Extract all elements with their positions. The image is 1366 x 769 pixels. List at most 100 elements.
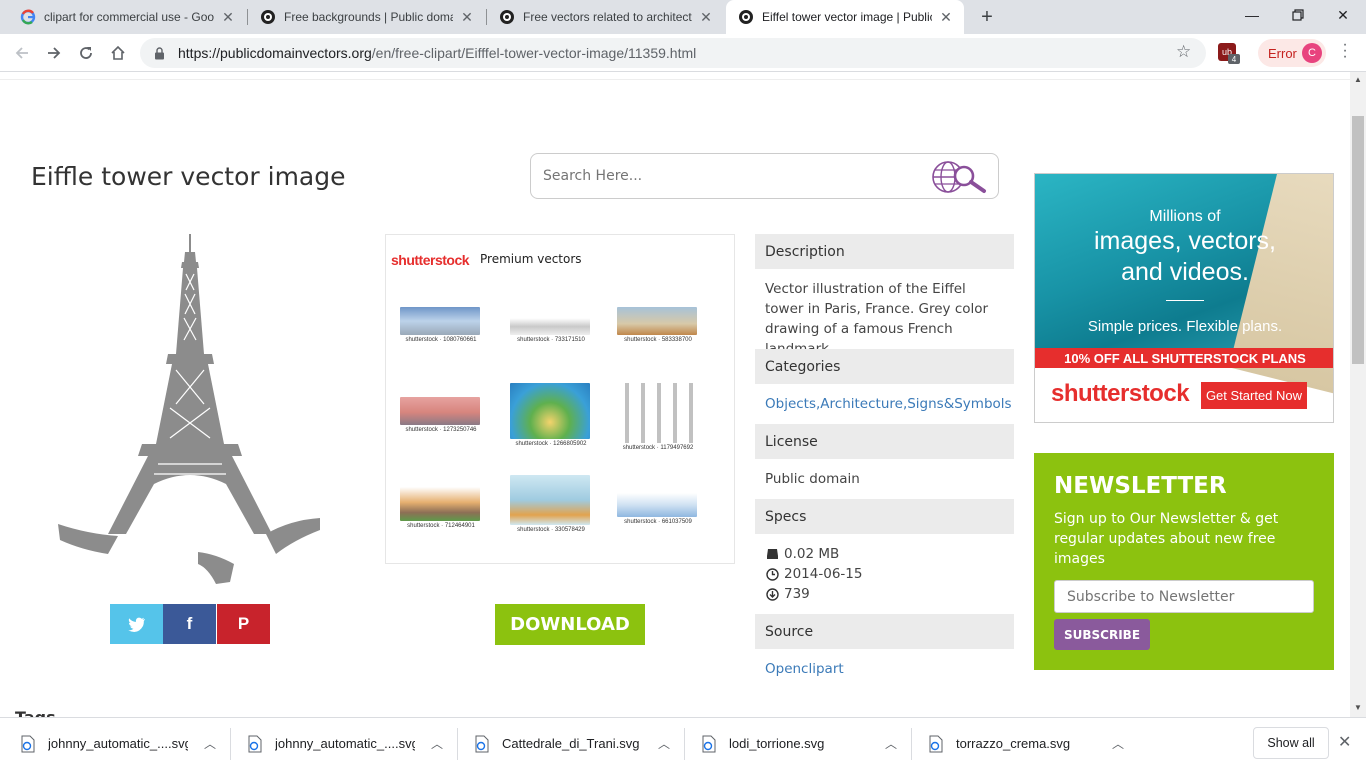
window-close-icon[interactable]: ✕ — [1320, 0, 1366, 30]
scroll-up-icon[interactable]: ▲ — [1354, 75, 1362, 84]
newsletter-email-field[interactable] — [1054, 580, 1314, 613]
globe-search-icon[interactable] — [930, 157, 988, 195]
shelf-separator — [684, 728, 685, 760]
scroll-down-icon[interactable]: ▼ — [1354, 703, 1362, 712]
tab-title: Free vectors related to architectu — [523, 10, 692, 24]
tags-heading: Tags — [15, 708, 56, 717]
pdv-icon — [738, 9, 754, 25]
chevron-up-icon[interactable]: ︿ — [204, 735, 216, 752]
ad-line-1: Millions of — [1149, 208, 1221, 225]
page-scrollbar[interactable]: ▲ ▼ — [1350, 72, 1366, 717]
shelf-separator — [230, 728, 231, 760]
tab-free-backgrounds[interactable]: Free backgrounds | Public domai ✕ — [248, 0, 485, 34]
url-path: /en/free-clipart/Eifffel-tower-vector-im… — [371, 45, 697, 61]
source-section: Source Openclipart — [755, 614, 1014, 689]
chevron-up-icon[interactable]: ︿ — [885, 735, 897, 752]
facebook-share-button[interactable]: f — [163, 604, 216, 644]
url-host: https://publicdomainvectors.org — [178, 45, 372, 61]
pinterest-share-button[interactable]: P — [217, 604, 270, 644]
download-filename: torrazzo_crema.svg — [956, 736, 1071, 751]
premium-thumbnail[interactable]: shutterstock · 1080760661 — [400, 307, 482, 343]
thumbnail-caption: shutterstock · 583338700 — [624, 337, 692, 343]
minimize-icon[interactable]: — — [1229, 0, 1275, 30]
profile-error-button[interactable]: Error C — [1258, 39, 1326, 67]
spec-date-value: 2014-06-15 — [784, 566, 863, 582]
premium-thumbnail[interactable]: shutterstock · 1179497692 — [617, 383, 699, 451]
spec-downloads-value: 739 — [784, 586, 810, 602]
download-filename: johnny_automatic_....svg — [48, 736, 188, 751]
menu-dots-icon[interactable]: · · · — [1340, 37, 1350, 65]
pinterest-icon: P — [237, 614, 250, 633]
address-bar[interactable]: https://publicdomainvectors.org/en/free-… — [140, 38, 1206, 68]
hdd-icon — [765, 547, 779, 561]
shutterstock-ad[interactable]: Millions of images, vectors, and videos.… — [1034, 173, 1334, 423]
download-item[interactable]: johnny_automatic_....svg ︿ — [20, 718, 216, 769]
close-icon[interactable]: ✕ — [698, 9, 714, 25]
premium-thumbnail[interactable]: shutterstock · 1266805902 — [510, 383, 592, 447]
thumbnail-image — [617, 493, 697, 517]
maximize-icon[interactable] — [1275, 0, 1321, 30]
close-icon[interactable]: ✕ — [459, 9, 475, 25]
thumbnail-image — [510, 307, 590, 335]
home-icon[interactable] — [106, 41, 130, 65]
chevron-up-icon[interactable]: ︿ — [431, 735, 443, 752]
tab-strip: clipart for commercial use - Goog ✕ Free… — [0, 0, 1366, 34]
tab-title: clipart for commercial use - Goog — [44, 10, 214, 24]
error-label: Error — [1268, 45, 1297, 61]
categories-section: Categories Objects,Architecture,Signs&Sy… — [755, 349, 1014, 424]
tab-architecture-vectors[interactable]: Free vectors related to architectu ✕ — [487, 0, 724, 34]
tab-google-search[interactable]: clipart for commercial use - Goog ✕ — [8, 0, 246, 34]
header-divider — [0, 72, 1350, 80]
download-item[interactable]: torrazzo_crema.svg ︿ — [928, 718, 1124, 769]
download-shelf: johnny_automatic_....svg ︿ johnny_automa… — [0, 717, 1366, 768]
bookmark-star-icon[interactable]: ☆ — [1176, 42, 1191, 62]
scrollbar-thumb[interactable] — [1352, 116, 1364, 364]
close-icon[interactable]: ✕ — [1338, 732, 1351, 752]
spec-size: 0.02 MB — [765, 544, 1004, 564]
tab-title: Free backgrounds | Public domai — [284, 10, 453, 24]
section-heading: Categories — [755, 349, 1014, 384]
file-icon — [475, 735, 489, 752]
facebook-icon: f — [186, 614, 193, 633]
twitter-share-button[interactable] — [110, 604, 163, 644]
premium-thumbnail[interactable]: shutterstock · 330578429 — [510, 475, 592, 533]
download-filename: lodi_torrione.svg — [729, 736, 825, 751]
source-link[interactable]: Openclipart — [765, 661, 844, 677]
premium-vectors-box: shutterstock Premium vectors shutterstoc… — [385, 234, 735, 564]
download-item[interactable]: johnny_automatic_....svg ︿ — [247, 718, 443, 769]
specs-section: Specs 0.02 MB 2014-06-15 739 — [755, 499, 1014, 614]
tab-eiffel-tower[interactable]: Eiffel tower vector image | Public ✕ — [726, 0, 964, 34]
subscribe-button[interactable]: SUBSCRIBE — [1054, 619, 1150, 650]
premium-thumbnail[interactable]: shutterstock · 1273250746 — [400, 397, 482, 433]
download-item[interactable]: Cattedrale_di_Trani.svg ︿ — [474, 718, 670, 769]
ad-get-started-button[interactable]: Get Started Now — [1201, 382, 1307, 409]
newsletter-text: Sign up to Our Newsletter & get regular … — [1054, 511, 1279, 567]
premium-thumbnail[interactable]: shutterstock · 733171510 — [510, 307, 592, 343]
new-tab-button[interactable]: + — [976, 6, 998, 28]
forward-arrow-icon[interactable] — [42, 41, 66, 65]
chevron-up-icon[interactable]: ︿ — [658, 735, 670, 752]
download-item[interactable]: lodi_torrione.svg ︿ — [701, 718, 897, 769]
download-button[interactable]: DOWNLOAD — [495, 604, 645, 645]
thumbnail-image — [400, 307, 480, 335]
premium-thumbnail[interactable]: shutterstock · 583338700 — [617, 307, 699, 343]
thumbnail-caption: shutterstock · 1273250746 — [405, 427, 477, 433]
premium-thumbnail[interactable]: shutterstock · 712464901 — [400, 487, 482, 529]
close-icon[interactable]: ✕ — [938, 9, 954, 25]
back-arrow-icon[interactable] — [10, 41, 34, 65]
thumbnail-image — [400, 487, 480, 521]
avatar: C — [1302, 43, 1322, 63]
ad-line-2: images, vectors, — [1093, 227, 1276, 255]
show-all-downloads-button[interactable]: Show all — [1253, 727, 1329, 759]
newsletter-box: NEWSLETTER Sign up to Our Newsletter & g… — [1034, 453, 1334, 670]
premium-thumbnail[interactable]: shutterstock · 661037509 — [617, 493, 699, 525]
close-icon[interactable]: ✕ — [220, 9, 236, 25]
reload-icon[interactable] — [74, 41, 98, 65]
shutterstock-logo[interactable]: shutterstock — [391, 252, 470, 268]
pdv-icon — [499, 9, 515, 25]
categories-links[interactable]: Objects,Architecture,Signs&Symbols — [765, 396, 1012, 412]
chevron-up-icon[interactable]: ︿ — [1112, 735, 1124, 752]
search-input[interactable] — [543, 168, 923, 184]
license-text: Public domain — [765, 471, 860, 487]
spec-size-value: 0.02 MB — [784, 546, 840, 562]
